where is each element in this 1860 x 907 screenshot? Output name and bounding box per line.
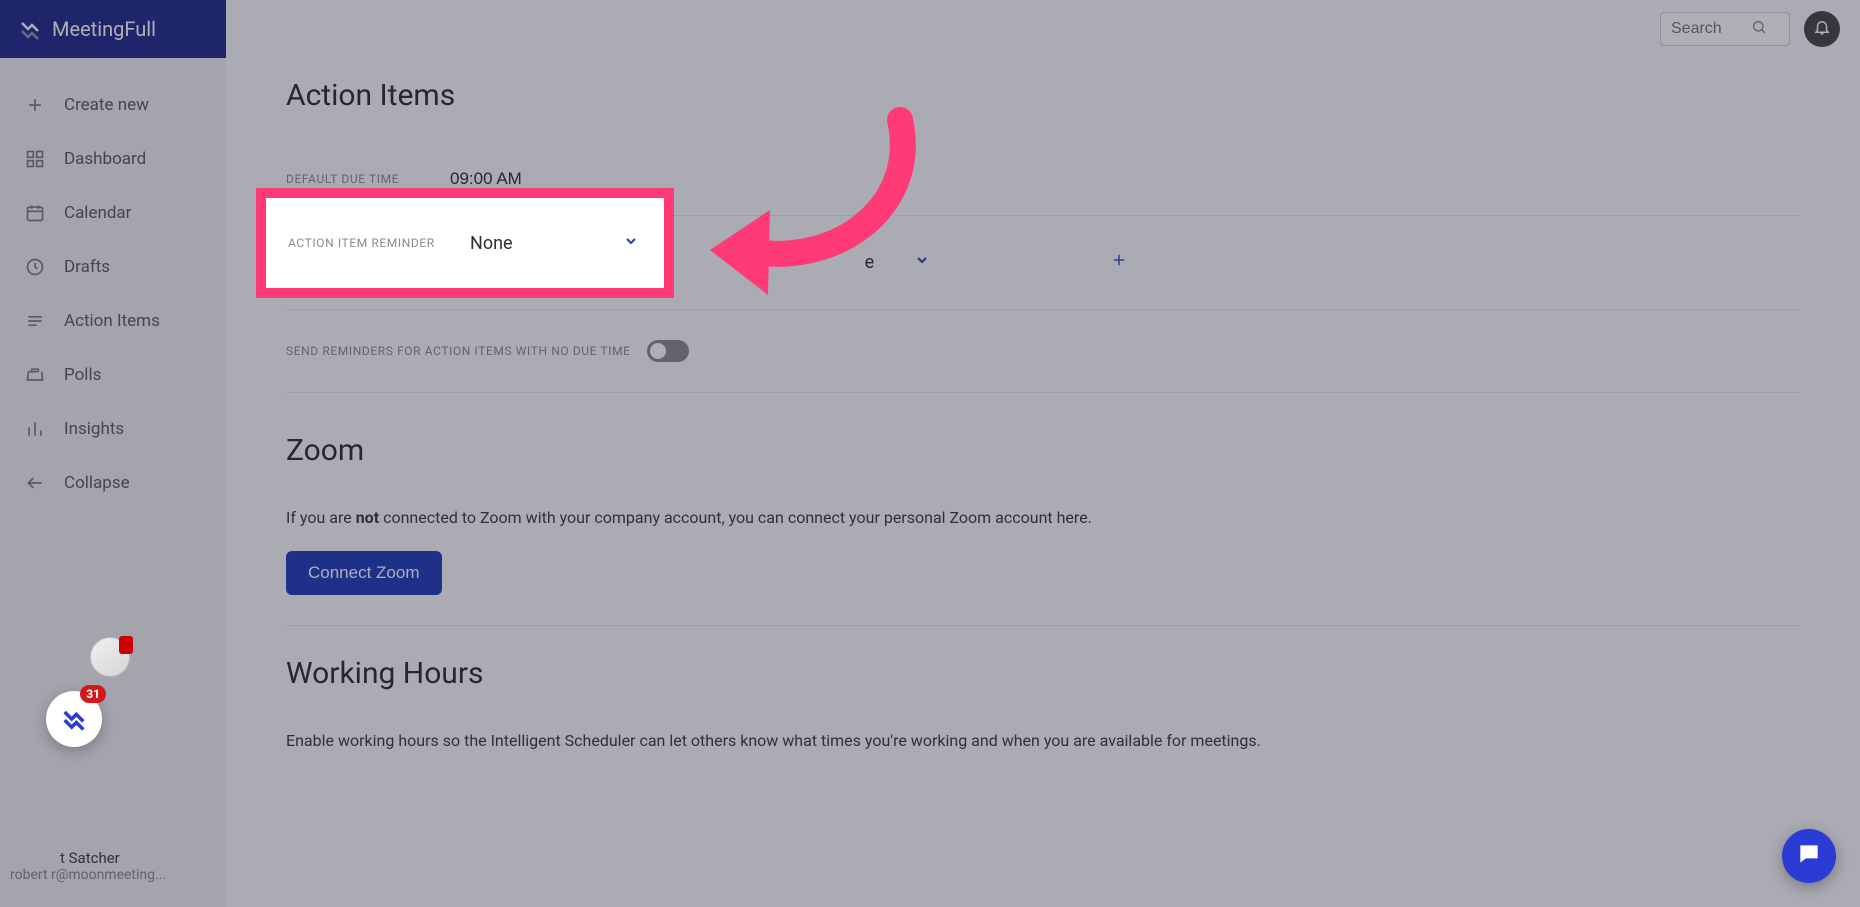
connect-zoom-button[interactable]: Connect Zoom — [286, 551, 442, 595]
search-icon — [1751, 19, 1767, 39]
chat-icon — [1796, 841, 1822, 871]
brand-name: MeetingFull — [52, 17, 156, 41]
bell-icon — [1813, 18, 1831, 40]
brand-logo[interactable]: MeetingFull — [0, 0, 226, 58]
sidebar-item-label: Polls — [64, 365, 101, 385]
bars-icon — [24, 418, 46, 440]
sidebar: MeetingFull Create new Dashboard Calenda… — [0, 0, 226, 907]
send-reminders-label: SEND REMINDERS FOR ACTION ITEMS WITH NO … — [286, 344, 631, 358]
chevron-down-icon — [623, 233, 639, 254]
section-zoom: Zoom If you are not connected to Zoom wi… — [286, 433, 1800, 626]
notifications-button[interactable] — [1804, 11, 1840, 47]
collapse-label: Collapse — [64, 473, 130, 493]
sidebar-item-label: Calendar — [64, 203, 131, 223]
sidebar-item-label: Dashboard — [64, 149, 146, 169]
sidebar-item-label: Action Items — [64, 311, 160, 331]
sidebar-item-label: Insights — [64, 419, 124, 439]
sidebar-item-calendar[interactable]: Calendar — [0, 186, 226, 240]
sidebar-item-insights[interactable]: Insights — [0, 402, 226, 456]
search-input[interactable] — [1671, 20, 1751, 38]
toggle-knob — [650, 343, 666, 359]
user-name: t Satcher — [60, 849, 216, 867]
sidebar-item-polls[interactable]: Polls — [0, 348, 226, 402]
plus-icon — [24, 94, 46, 116]
topbar — [226, 0, 1860, 58]
polls-icon — [24, 364, 46, 386]
working-hours-description: Enable working hours so the Intelligent … — [286, 731, 1800, 750]
sidebar-item-label: Drafts — [64, 257, 110, 277]
default-due-time-label: DEFAULT DUE TIME — [286, 172, 446, 186]
brand-mark-icon — [60, 705, 88, 733]
create-new-label: Create new — [64, 95, 149, 115]
user-block[interactable]: t Satcher robert r@moonmeeting... — [0, 833, 226, 907]
section-working-hours: Working Hours Enable working hours so th… — [286, 656, 1800, 780]
main: Action Items DEFAULT DUE TIME ACTION ITE… — [226, 0, 1860, 907]
section-title-zoom: Zoom — [286, 433, 1800, 468]
search-box[interactable] — [1660, 12, 1790, 46]
floating-widget-2[interactable]: 31 — [46, 691, 102, 747]
widget-badge-1 — [119, 636, 133, 654]
arrow-left-icon — [24, 472, 46, 494]
collapse-sidebar-button[interactable]: Collapse — [0, 456, 226, 510]
section-title-action-items: Action Items — [286, 78, 1800, 113]
add-reminder-button[interactable] — [1110, 250, 1128, 275]
widget-badge-count: 31 — [80, 685, 106, 703]
reminder-label-highlight: ACTION ITEM REMINDER — [288, 236, 438, 250]
sidebar-item-drafts[interactable]: Drafts — [0, 240, 226, 294]
zoom-description: If you are not connected to Zoom with yo… — [286, 508, 1800, 527]
annotation-highlight: ACTION ITEM REMINDER None — [256, 188, 674, 298]
user-email: robert r@moonmeeting... — [10, 867, 216, 883]
nav: Create new Dashboard Calendar Drafts — [0, 58, 226, 833]
reminder-value-2: e — [865, 252, 875, 273]
calendar-icon — [24, 202, 46, 224]
send-reminders-toggle[interactable] — [647, 340, 689, 362]
send-reminders-row: SEND REMINDERS FOR ACTION ITEMS WITH NO … — [286, 340, 1800, 362]
sidebar-item-action-items[interactable]: Action Items — [0, 294, 226, 348]
chat-fab[interactable] — [1782, 829, 1836, 883]
reminder-dropdown-highlight[interactable]: None — [470, 227, 639, 260]
chevron-down-icon — [914, 252, 930, 273]
content: Action Items DEFAULT DUE TIME ACTION ITE… — [226, 58, 1860, 907]
create-new-button[interactable]: Create new — [0, 78, 226, 132]
section-title-working-hours: Working Hours — [286, 656, 1800, 691]
brand-icon — [18, 17, 42, 41]
grid-icon — [24, 148, 46, 170]
floating-widget-1[interactable] — [90, 637, 130, 677]
clock-icon — [24, 256, 46, 278]
reminder-value-highlight: None — [470, 233, 513, 254]
sidebar-item-dashboard[interactable]: Dashboard — [0, 132, 226, 186]
reminder-dropdown-2[interactable]: e — [865, 252, 931, 273]
list-icon — [24, 310, 46, 332]
